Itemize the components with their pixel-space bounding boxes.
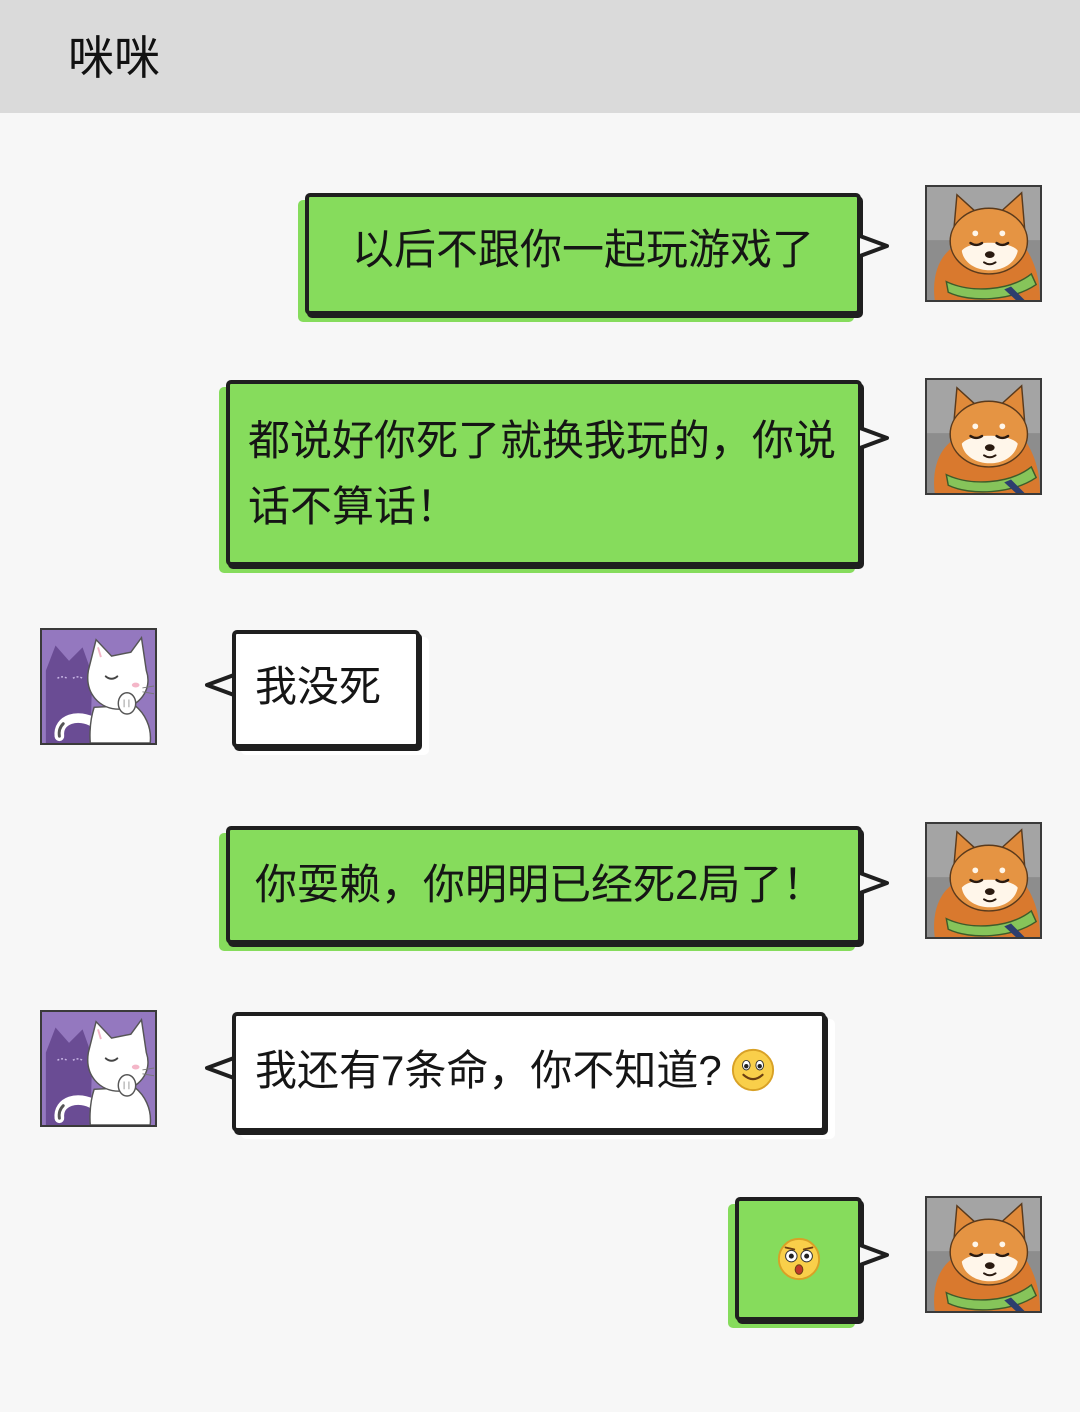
shiba-dog-avatar-icon[interactable] xyxy=(925,1196,1042,1313)
message-list[interactable]: 以后不跟你一起玩游戏了 都说好你死了就换我玩的，你说话不算话！ 我没死 你耍赖，… xyxy=(0,113,1080,1412)
white-cat-avatar-icon[interactable] xyxy=(40,628,157,745)
message-text: 你耍赖，你明明已经死2局了！ xyxy=(255,861,825,908)
sent-message-bubble[interactable]: 都说好你死了就换我玩的，你说话不算话！ xyxy=(226,380,862,566)
sent-message-bubble[interactable]: 以后不跟你一起玩游戏了 xyxy=(305,193,861,315)
shiba-dog-avatar-icon[interactable] xyxy=(925,185,1042,302)
received-message-bubble[interactable]: 我还有7条命，你不知道? xyxy=(232,1012,826,1132)
shocked-emoji-icon xyxy=(776,1236,822,1282)
shiba-dog-avatar-icon[interactable] xyxy=(925,822,1042,939)
bubble-tail xyxy=(858,1242,890,1268)
bubble-tail xyxy=(858,425,890,451)
message-text: 都说好你死了就换我玩的，你说话不算话！ xyxy=(248,417,837,530)
message-text: 以后不跟你一起玩游戏了 xyxy=(352,226,815,273)
shiba-dog-avatar-icon[interactable] xyxy=(925,378,1042,495)
sent-message-bubble[interactable]: 你耍赖，你明明已经死2局了！ xyxy=(226,826,862,944)
chat-header: 咪咪 xyxy=(0,0,1080,113)
message-text: 我没死 xyxy=(255,663,382,710)
bubble-tail xyxy=(858,233,890,259)
sent-emoji-bubble[interactable] xyxy=(735,1197,862,1321)
received-message-bubble[interactable]: 我没死 xyxy=(232,630,420,748)
white-cat-avatar-icon[interactable] xyxy=(40,1010,157,1127)
smile-emoji-icon xyxy=(730,1047,776,1093)
bubble-tail xyxy=(858,870,890,896)
message-text: 我还有7条命，你不知道? xyxy=(255,1047,722,1094)
chat-title: 咪咪 xyxy=(68,32,160,84)
